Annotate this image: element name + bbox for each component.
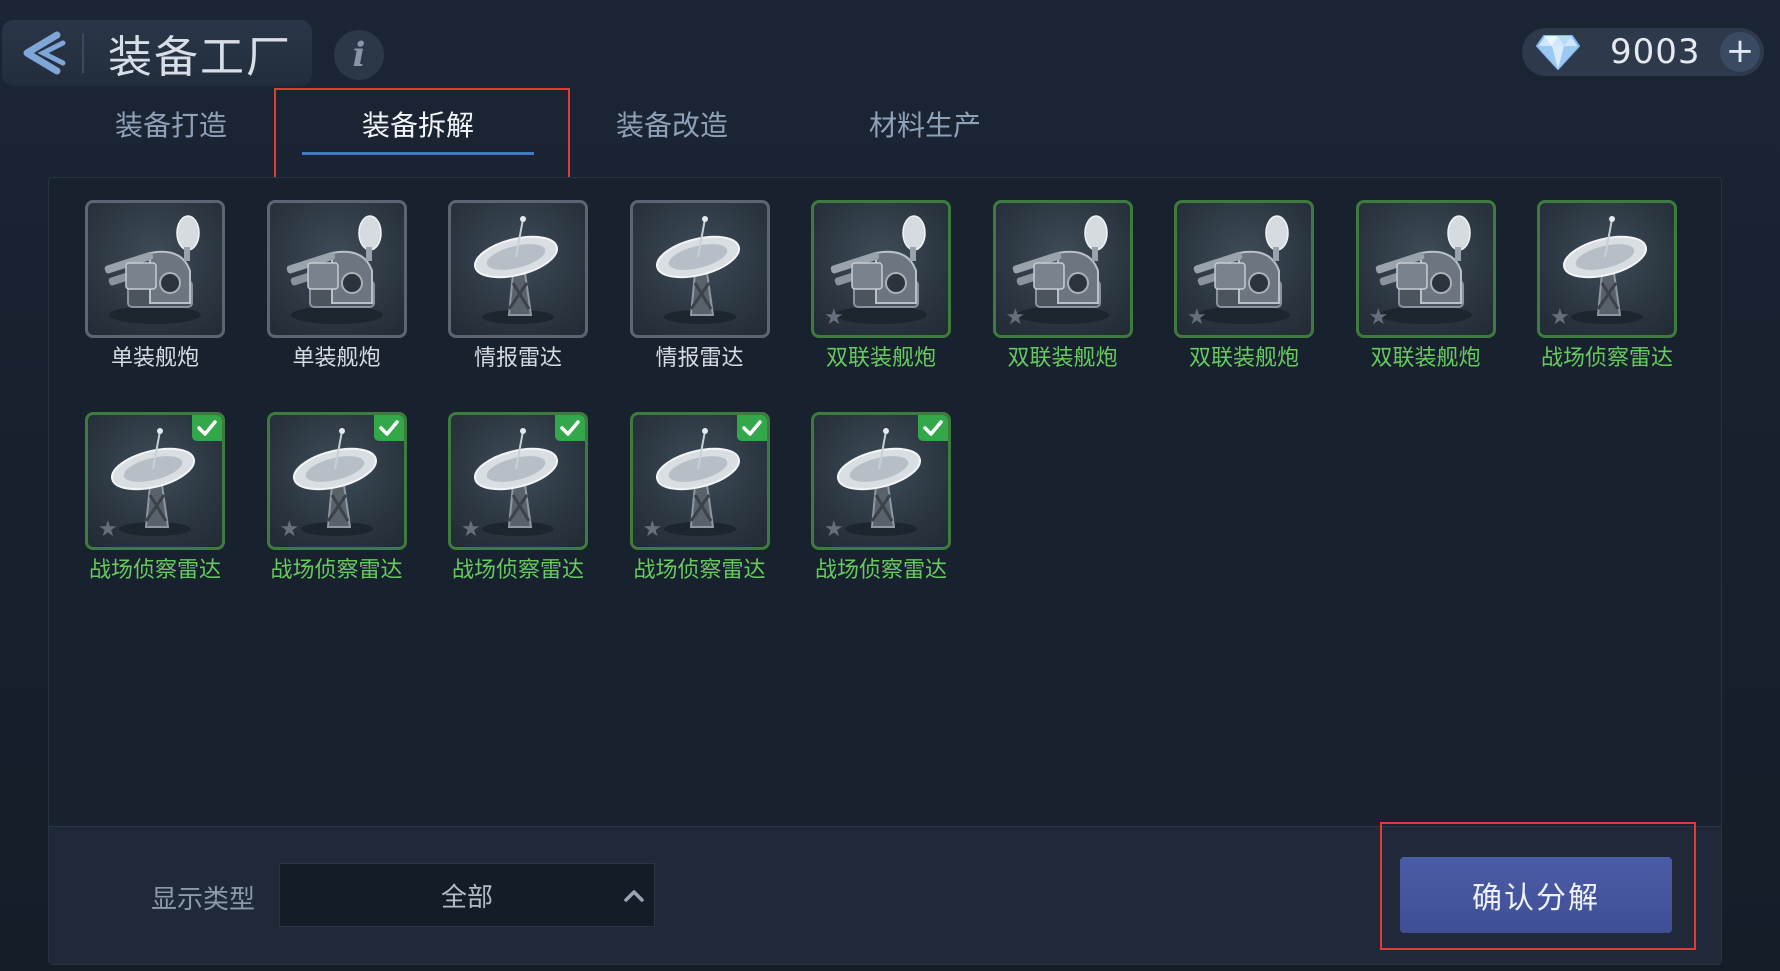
item-name: 战场侦察雷达	[814, 558, 947, 583]
item-frame: ★	[992, 200, 1133, 338]
footer-bar: 显示类型 全部 确认分解	[49, 826, 1721, 964]
back-button[interactable]	[2, 20, 82, 86]
checkmark-icon	[192, 415, 222, 441]
title-bar: 装备工厂	[2, 20, 312, 86]
item-name: 战场侦察雷达	[88, 558, 221, 583]
star-icon: ★	[1005, 305, 1026, 330]
add-currency-button[interactable]: +	[1720, 32, 1760, 72]
star-icon: ★	[824, 517, 844, 542]
active-tab-indicator	[302, 152, 534, 155]
chevron-up-icon	[624, 890, 644, 902]
back-arrow-icon	[23, 31, 66, 75]
item-name: 单装舰炮	[292, 346, 381, 371]
tab-modify[interactable]: 装备改造	[597, 104, 747, 150]
diamond-icon	[1536, 35, 1580, 70]
filter-label: 显示类型	[151, 885, 256, 915]
item-name: 双联装舰炮	[1007, 346, 1118, 371]
item-frame	[85, 200, 225, 338]
title-divider	[82, 33, 84, 73]
item-frame	[629, 200, 770, 338]
currency-display: 9003 +	[1522, 28, 1764, 76]
info-button[interactable]: i	[334, 30, 384, 80]
tab-craft[interactable]: 装备打造	[96, 104, 246, 150]
checkmark-icon	[373, 415, 404, 441]
item-frame: ★	[85, 412, 225, 550]
equipment-item[interactable]: ★ 双联装舰炮	[992, 200, 1133, 372]
star-icon: ★	[1550, 305, 1570, 330]
filter-value: 全部	[440, 882, 493, 913]
equipment-item[interactable]: ★ 战场侦察雷达	[811, 412, 951, 584]
item-name: 战场侦察雷达	[1540, 346, 1673, 371]
item-name: 战场侦察雷达	[451, 558, 584, 583]
item-name: 情报雷达	[473, 346, 562, 371]
equipment-item[interactable]: ★ 战场侦察雷达	[85, 412, 225, 584]
star-icon: ★	[98, 517, 118, 542]
equipment-item[interactable]: ★ 双联装舰炮	[1355, 200, 1496, 372]
item-frame: ★	[1355, 200, 1496, 338]
item-name: 双联装舰炮	[1370, 346, 1481, 371]
star-icon: ★	[1187, 305, 1207, 330]
checkmark-icon	[918, 415, 948, 441]
display-type-select[interactable]: 全部	[279, 863, 655, 927]
equipment-item[interactable]: ★ 双联装舰炮	[811, 200, 951, 372]
item-name: 双联装舰炮	[825, 346, 936, 371]
checkmark-icon	[736, 415, 767, 441]
item-frame: ★	[811, 200, 951, 338]
tab-material-production[interactable]: 材料生产	[850, 104, 1000, 150]
equipment-item[interactable]: ★ 战场侦察雷达	[1537, 200, 1677, 372]
confirm-dismantle-button[interactable]: 确认分解	[1400, 857, 1672, 933]
item-frame: ★	[448, 412, 588, 550]
item-frame: ★	[811, 412, 951, 550]
item-frame: ★	[1537, 200, 1677, 338]
equipment-item[interactable]: ★ 双联装舰炮	[1174, 200, 1314, 372]
item-name: 战场侦察雷达	[633, 558, 766, 583]
item-frame: ★	[1174, 200, 1314, 338]
star-icon: ★	[824, 305, 844, 330]
equipment-item[interactable]: 情报雷达	[629, 200, 770, 372]
equipment-item[interactable]: 单装舰炮	[266, 200, 407, 372]
equipment-item[interactable]: 情报雷达	[448, 200, 588, 372]
star-icon: ★	[642, 517, 663, 542]
equipment-item[interactable]: ★ 战场侦察雷达	[629, 412, 770, 584]
equipment-item[interactable]: ★ 战场侦察雷达	[266, 412, 407, 584]
star-icon: ★	[1368, 305, 1389, 330]
item-frame	[448, 200, 588, 338]
currency-amount: 9003	[1610, 32, 1701, 72]
checkmark-icon	[555, 415, 585, 441]
page-title: 装备工厂	[108, 32, 292, 83]
star-icon: ★	[461, 517, 481, 542]
equipment-item[interactable]: 单装舰炮	[85, 200, 225, 372]
tab-dismantle[interactable]: 装备拆解	[343, 104, 493, 150]
star-icon: ★	[279, 517, 300, 542]
item-name: 双联装舰炮	[1188, 346, 1299, 371]
item-name: 战场侦察雷达	[270, 558, 403, 583]
item-name: 情报雷达	[655, 346, 744, 371]
equipment-item[interactable]: ★ 战场侦察雷达	[448, 412, 588, 584]
item-name: 单装舰炮	[110, 346, 199, 371]
item-frame	[266, 200, 407, 338]
item-frame: ★	[266, 412, 407, 550]
item-frame: ★	[629, 412, 770, 550]
equipment-panel: 单装舰炮 单装舰炮 情报雷达 情报雷达 ★ 双联装舰炮 ★ 双联装舰炮 ★ 双联装舰炮 ★ 双联装舰炮…	[48, 177, 1722, 965]
